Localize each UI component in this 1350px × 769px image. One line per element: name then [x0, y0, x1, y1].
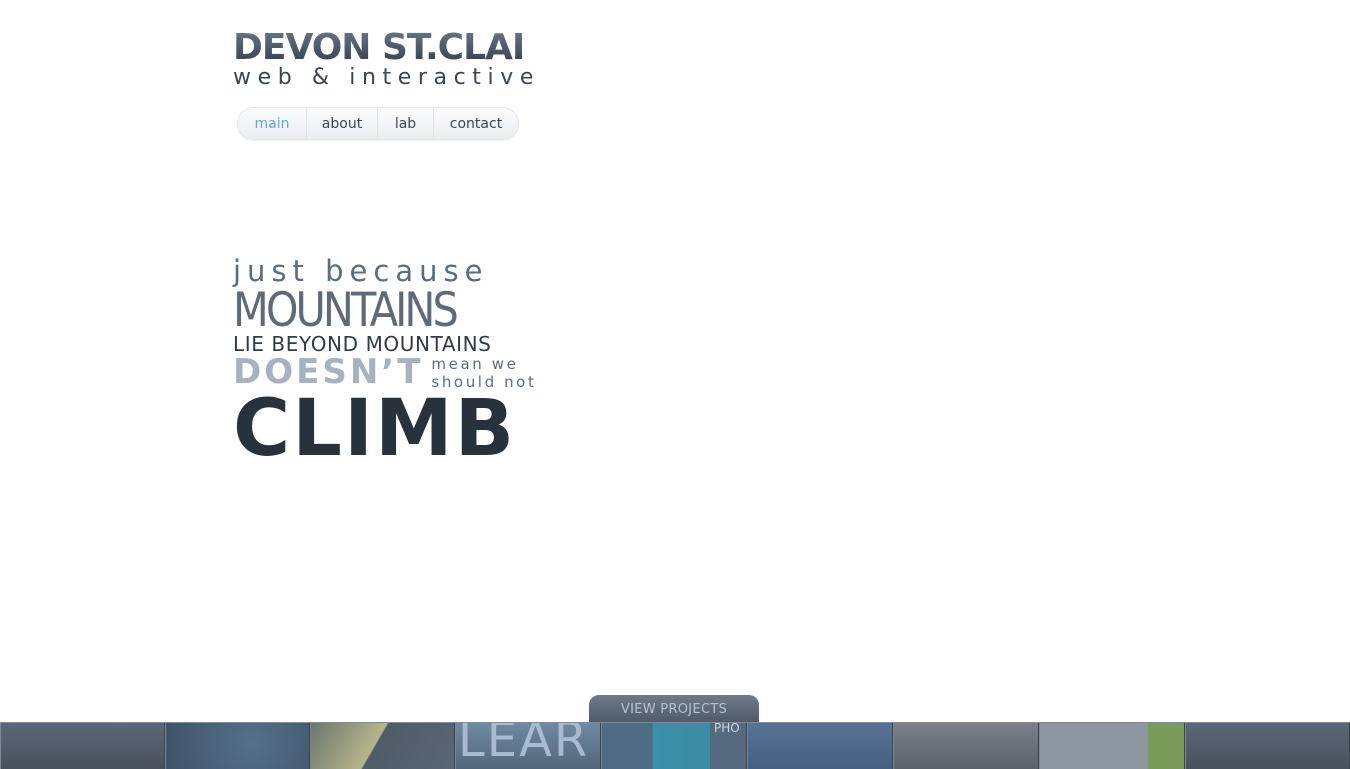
thumb-text-pho: PHO	[714, 723, 740, 735]
project-thumb[interactable]	[165, 723, 310, 769]
nav-item-about[interactable]: about	[307, 108, 378, 139]
project-thumb-edge-right[interactable]	[1185, 723, 1350, 769]
logo-subtitle: web & interactive	[233, 65, 540, 90]
main-nav: main about lab contact	[237, 107, 519, 140]
project-thumb[interactable]: PHO	[601, 723, 747, 769]
project-thumb[interactable]	[1039, 723, 1185, 769]
nav-item-contact[interactable]: contact	[434, 108, 518, 139]
project-thumb[interactable]: LEAR	[455, 723, 601, 769]
nav-item-lab[interactable]: lab	[378, 108, 434, 139]
quote-line-mountains: MOUNTAINS	[233, 283, 459, 338]
thumb-text-lear: LEAR	[458, 723, 590, 768]
logo-title: DEVON ST.CLAIR	[233, 27, 552, 68]
project-thumb-edge-left[interactable]	[0, 723, 165, 769]
project-thumb[interactable]	[747, 723, 893, 769]
view-projects-button[interactable]: VIEW PROJECTS	[589, 695, 759, 723]
hero-quote: just because MOUNTAINS LIE BEYOND MOUNTA…	[233, 255, 534, 474]
projects-strip: LEAR PHO	[0, 722, 1350, 769]
quote-mean-we: mean we	[431, 355, 519, 373]
project-thumb[interactable]	[310, 723, 455, 769]
project-thumb[interactable]	[893, 723, 1039, 769]
site-logo[interactable]: DEVON ST.CLAIR web & interactive	[233, 27, 552, 90]
nav-item-main[interactable]: main	[238, 108, 307, 139]
quote-line-climb: CLIMB	[233, 384, 517, 474]
